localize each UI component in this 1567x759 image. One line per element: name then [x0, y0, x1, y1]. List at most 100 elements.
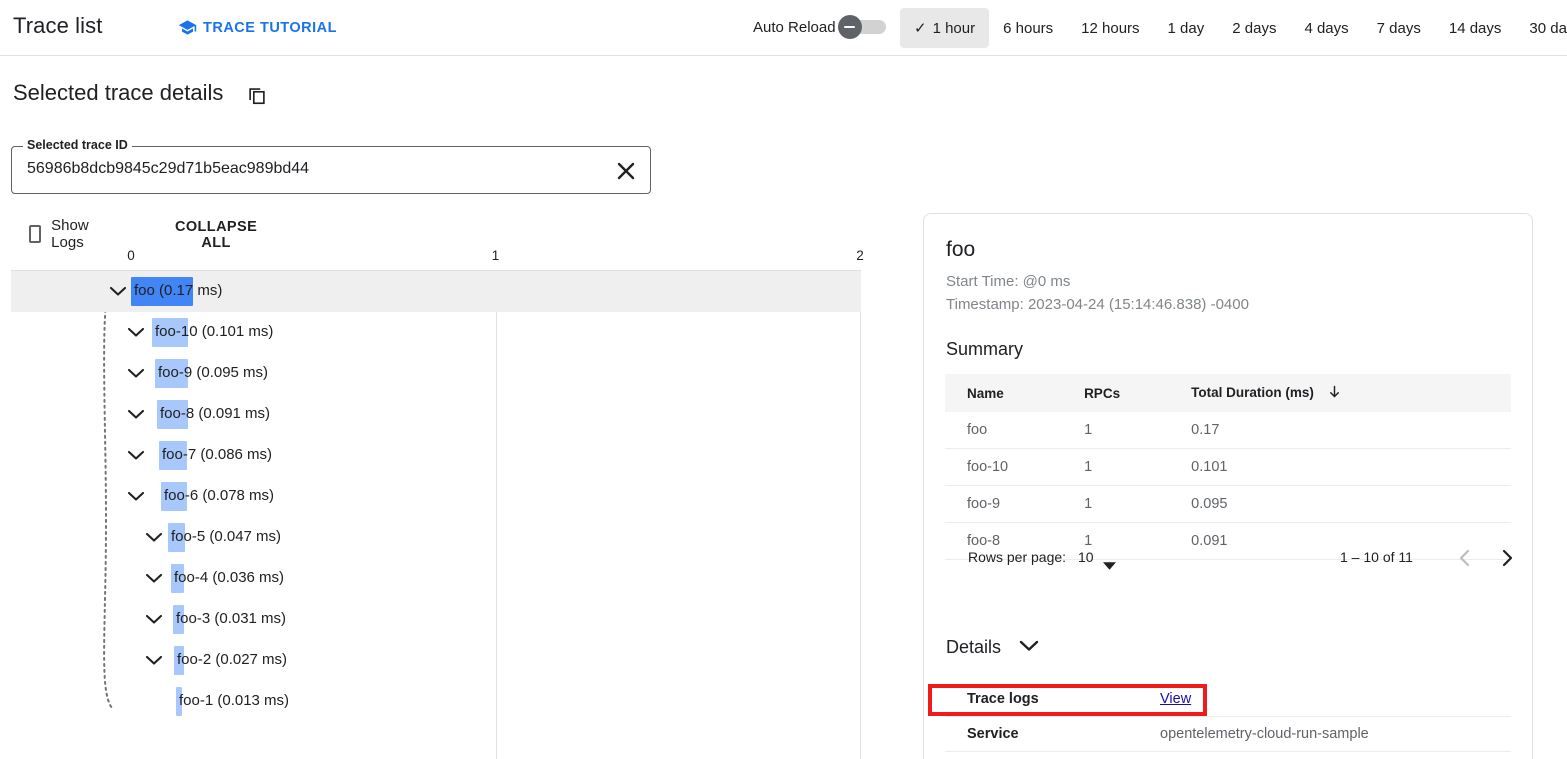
span-row[interactable]: foo-1 (0.013 ms) — [11, 681, 861, 722]
copy-icon[interactable] — [246, 84, 268, 106]
time-range-label: 2 days — [1232, 19, 1277, 37]
pagination-range-text: 1 – 10 of 11 — [1340, 549, 1413, 565]
span-label: foo-8 (0.091 ms) — [160, 405, 271, 422]
summary-cell-name: foo-9 — [945, 485, 1071, 523]
span-row[interactable]: foo-9 (0.095 ms) — [11, 353, 861, 394]
view-trace-logs-link[interactable]: View — [1160, 691, 1191, 707]
time-range-30-days[interactable]: 30 days — [1515, 8, 1567, 48]
span-label: foo-2 (0.027 ms) — [177, 651, 288, 668]
time-range-selector: ✓ 1 hour 6 hours 12 hours 1 day 2 days 4 days 7… — [900, 8, 1567, 48]
previous-page-button[interactable] — [1453, 546, 1477, 570]
chevron-down-icon[interactable] — [109, 284, 127, 298]
summary-cell-duration: 0.101 — [1169, 448, 1511, 486]
rows-per-page-label: Rows per page: — [968, 549, 1067, 565]
summary-paginator: Rows per page: 10 1 – 10 of 11 — [945, 539, 1513, 579]
auto-reload-toggle[interactable] — [836, 15, 892, 39]
trace-id-legend: Selected trace ID — [23, 138, 132, 152]
chevron-down-icon[interactable] — [145, 653, 163, 667]
page-title: Trace list — [13, 13, 103, 38]
span-row[interactable]: foo-3 (0.031 ms) — [11, 599, 861, 640]
chevron-down-icon[interactable] — [1103, 557, 1116, 575]
time-range-label: 30 days — [1529, 19, 1567, 37]
selected-trace-details-title: Selected trace details — [13, 80, 224, 105]
span-row[interactable]: foo (0.17 ms) — [11, 271, 861, 312]
detail-value[interactable]: View — [1160, 682, 1511, 717]
trace-id-value[interactable]: 56986b8dcb9845c29d71b5eac989bd44 — [27, 160, 309, 178]
chevron-down-icon[interactable] — [145, 612, 163, 626]
trace-tutorial-label: TRACE TUTORIAL — [203, 19, 338, 36]
selected-trace-id-field[interactable]: Selected trace ID 56986b8dcb9845c29d71b5… — [11, 138, 651, 194]
chevron-down-icon[interactable] — [127, 489, 145, 503]
span-label: foo-10 (0.101 ms) — [155, 323, 274, 340]
detail-row: Trace logs View — [945, 682, 1511, 717]
time-range-label: 7 days — [1376, 19, 1421, 37]
summary-table-body: foo 1 0.17 foo-10 1 0.101 foo-9 1 0.095 foo-8 1 0.0… — [945, 412, 1511, 560]
school-icon — [178, 18, 197, 37]
chevron-down-icon[interactable] — [127, 448, 145, 462]
trace-tutorial-link[interactable]: TRACE TUTORIAL — [178, 18, 337, 37]
summary-table-header-row: Name RPCs Total Duration (ms) — [945, 374, 1511, 412]
chevron-down-icon[interactable] — [127, 407, 145, 421]
time-range-14-days[interactable]: 14 days — [1435, 8, 1516, 48]
time-range-12-hours[interactable]: 12 hours — [1067, 8, 1153, 48]
time-range-label: 1 day — [1167, 19, 1205, 37]
panel-start-time: Start Time: @0 ms — [946, 273, 1071, 290]
summary-cell-name: foo — [945, 412, 1071, 449]
summary-col-rpcs[interactable]: RPCs — [1070, 374, 1170, 412]
chevron-down-icon[interactable] — [145, 571, 163, 585]
detail-value: opentelemetry-cloud-run-sample — [1160, 716, 1511, 752]
panel-span-meta: Start Time: @0 ms Timestamp: 2023-04-24 … — [946, 270, 1249, 316]
collapse-all-button[interactable]: COLLAPSE ALL — [169, 218, 263, 252]
span-row[interactable]: foo-4 (0.036 ms) — [11, 558, 861, 599]
time-range-4-days[interactable]: 4 days — [1290, 8, 1362, 48]
auto-reload-label: Auto Reload — [753, 18, 836, 36]
summary-col-name[interactable]: Name — [945, 374, 1071, 412]
time-range-7-days[interactable]: 7 days — [1363, 8, 1435, 48]
chevron-down-icon[interactable] — [1019, 639, 1039, 657]
close-icon[interactable] — [614, 159, 638, 183]
span-row[interactable]: foo-7 (0.086 ms) — [11, 435, 861, 476]
time-range-2-days[interactable]: 2 days — [1218, 8, 1290, 48]
detail-row: Service opentelemetry-cloud-run-sample — [945, 716, 1511, 752]
axis-tick-label: 2 — [856, 248, 864, 263]
details-table: Trace logs View Service opentelemetry-cloud… — [945, 682, 1511, 752]
time-range-1-hour[interactable]: ✓ 1 hour — [900, 8, 990, 48]
summary-cell-rpcs: 1 — [1070, 448, 1170, 486]
span-label: foo-4 (0.036 ms) — [174, 569, 285, 586]
summary-col-duration-label: Total Duration (ms) — [1191, 385, 1314, 400]
time-range-label: 4 days — [1304, 19, 1349, 37]
time-range-label: 1 hour — [932, 19, 976, 37]
summary-col-duration[interactable]: Total Duration (ms) — [1169, 374, 1511, 412]
check-icon: ✓ — [914, 19, 927, 37]
trace-viewer-page: Trace list TRACE TUTORIAL Auto Reload ✓ 1… — [0, 0, 1567, 759]
summary-table-row[interactable]: foo 1 0.17 — [945, 412, 1511, 449]
auto-reload-control[interactable]: Auto Reload — [753, 15, 892, 39]
next-page-button[interactable] — [1495, 546, 1519, 570]
span-label: foo-3 (0.031 ms) — [176, 610, 287, 627]
summary-cell-duration: 0.095 — [1169, 485, 1511, 523]
show-logs-checkbox[interactable]: Show Logs — [29, 217, 95, 251]
checkbox-box[interactable] — [29, 225, 42, 243]
span-row[interactable]: foo-5 (0.047 ms) — [11, 517, 861, 558]
chevron-down-icon[interactable] — [127, 325, 145, 339]
time-range-6-hours[interactable]: 6 hours — [989, 8, 1067, 48]
time-range-1-day[interactable]: 1 day — [1154, 8, 1219, 48]
sort-desc-arrow — [1327, 384, 1342, 402]
summary-table-row[interactable]: foo-10 1 0.101 — [945, 448, 1511, 486]
details-expander[interactable]: Details — [946, 637, 1039, 658]
summary-cell-duration: 0.17 — [1169, 412, 1511, 449]
summary-table-row[interactable]: foo-9 1 0.095 — [945, 485, 1511, 523]
span-row[interactable]: foo-2 (0.027 ms) — [11, 640, 861, 681]
toggle-knob — [837, 15, 862, 39]
span-row[interactable]: foo-6 (0.078 ms) — [11, 476, 861, 517]
span-label: foo-5 (0.047 ms) — [171, 528, 282, 545]
chevron-down-icon[interactable] — [145, 530, 163, 544]
span-row[interactable]: foo-8 (0.091 ms) — [11, 394, 861, 435]
span-details-panel: foo Start Time: @0 ms Timestamp: 2023-04… — [923, 213, 1533, 759]
rows-per-page-value[interactable]: 10 — [1078, 549, 1094, 565]
chevron-down-icon[interactable] — [127, 366, 145, 380]
top-bar: Trace list TRACE TUTORIAL Auto Reload ✓ 1… — [0, 0, 1567, 56]
span-row[interactable]: foo-10 (0.101 ms) — [11, 312, 861, 353]
span-label: foo-6 (0.078 ms) — [164, 487, 275, 504]
axis-tick-label: 1 — [491, 248, 500, 263]
